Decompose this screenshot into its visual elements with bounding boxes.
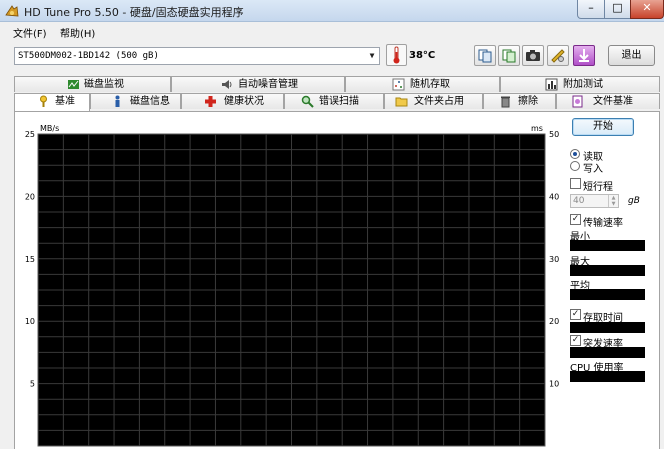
menu-help[interactable]: 帮助(H)	[60, 25, 95, 40]
tab-label: 磁盘信息	[130, 96, 170, 107]
avg-value-field	[570, 289, 645, 300]
cpu-usage-field	[570, 371, 645, 382]
tab-label: 错误扫描	[319, 96, 359, 107]
burst-rate-checkbox[interactable]: ✓	[570, 335, 581, 346]
copy-all-button[interactable]	[498, 45, 520, 66]
random-access-icon	[392, 78, 405, 91]
options-button[interactable]	[547, 45, 569, 66]
left-tick-label: 20	[25, 192, 35, 201]
read-radio[interactable]	[570, 149, 580, 159]
tab-label: 文件夹占用	[414, 96, 464, 107]
menu-bar: 文件(F) 帮助(H)	[0, 22, 664, 41]
tab-folder-usage[interactable]: 文件夹占用	[384, 93, 483, 109]
right-axis-unit: ms	[531, 124, 543, 133]
right-tick-label: 30	[549, 255, 559, 264]
short-stroke-spinner[interactable]: 40 ▲ ▼	[570, 194, 619, 208]
tab-label: 附加测试	[563, 79, 603, 90]
right-tick-label: 10	[549, 380, 559, 389]
right-tick-label: 40	[549, 192, 559, 201]
tab-error-scan[interactable]: 错误扫描	[284, 93, 384, 109]
benchmark-icon	[40, 95, 47, 107]
minimize-button[interactable]: –	[577, 0, 605, 19]
speaker-icon	[222, 80, 232, 89]
thermometer-icon	[386, 44, 407, 66]
benchmark-chart: MB/sms2520151055040302010050100150200250…	[25, 124, 559, 449]
min-value-field	[570, 240, 645, 251]
access-time-checkbox[interactable]: ✓	[570, 309, 581, 320]
copy-text-icon	[478, 49, 492, 63]
tab-label: 健康状况	[224, 96, 264, 107]
tab-label: 基准	[55, 96, 75, 107]
drive-select-value: ST500DM002-1BD142 (500 gB)	[18, 51, 159, 61]
tab-extra-tests[interactable]: 附加测试	[500, 76, 660, 92]
short-stroke-label: 短行程	[583, 182, 613, 193]
extra-tests-icon	[545, 78, 558, 91]
max-value-field	[570, 265, 645, 276]
right-tick-label: 50	[549, 130, 559, 139]
tab-label: 擦除	[518, 96, 538, 107]
temperature-value: 38°C	[409, 50, 436, 61]
burst-rate-field	[570, 347, 645, 358]
window-title: HD Tune Pro 5.50 - 硬盘/固态硬盘实用程序	[24, 6, 244, 19]
folder-icon	[395, 97, 408, 107]
save-button[interactable]	[573, 45, 595, 66]
tab-random-access[interactable]: 随机存取	[345, 76, 500, 92]
title-bar: HD Tune Pro 5.50 - 硬盘/固态硬盘实用程序 – □ ✕	[0, 0, 664, 22]
left-tick-label: 15	[25, 255, 35, 264]
tab-label: 随机存取	[410, 79, 450, 90]
copy-text-button[interactable]	[474, 45, 496, 66]
write-radio[interactable]	[570, 161, 580, 171]
info-icon	[115, 95, 120, 107]
app-logo-icon	[5, 5, 19, 17]
tab-health[interactable]: 健康状况	[181, 93, 284, 109]
chevron-down-icon[interactable]: ▼	[365, 48, 379, 64]
screenshot-button[interactable]	[522, 45, 544, 66]
left-axis-unit: MB/s	[40, 124, 59, 133]
trash-icon	[501, 96, 510, 108]
left-tick-label: 25	[25, 130, 35, 139]
maximize-button[interactable]: □	[604, 0, 631, 19]
save-icon	[579, 49, 589, 62]
drive-select[interactable]: ST500DM002-1BD142 (500 gB) ▼	[14, 47, 380, 65]
access-time-field	[570, 322, 645, 333]
transfer-rate-checkbox[interactable]: ✓	[570, 214, 581, 225]
camera-icon	[526, 50, 540, 61]
tab-erase[interactable]: 擦除	[483, 93, 556, 109]
health-cross-icon	[205, 96, 216, 107]
tab-noise-management[interactable]: 自动噪音管理	[171, 76, 345, 92]
tab-disk-monitor[interactable]: 磁盘监视	[14, 76, 171, 92]
short-stroke-checkbox[interactable]	[570, 178, 581, 189]
magnifier-icon	[301, 95, 314, 108]
tab-label: 文件基准	[593, 96, 633, 107]
short-stroke-value: 40	[573, 196, 585, 206]
tab-benchmark[interactable]: 基准	[14, 93, 90, 111]
right-tick-label: 20	[549, 317, 559, 326]
tab-label: 自动噪音管理	[238, 79, 298, 90]
menu-file[interactable]: 文件(F)	[13, 25, 47, 40]
tab-label: 磁盘监视	[84, 79, 124, 90]
write-label: 写入	[583, 164, 603, 175]
disk-monitor-icon	[68, 80, 79, 89]
options-icon	[551, 49, 565, 63]
copy-all-icon	[502, 49, 516, 63]
transfer-rate-label: 传输速率	[583, 218, 623, 229]
tab-disk-info[interactable]: 磁盘信息	[90, 93, 181, 109]
tab-file-benchmark[interactable]: 文件基准	[556, 93, 660, 109]
spinner-arrows-icon[interactable]: ▲ ▼	[608, 195, 618, 207]
start-button[interactable]: 开始	[572, 118, 634, 136]
left-tick-label: 5	[30, 380, 35, 389]
file-benchmark-icon	[572, 95, 583, 108]
close-button[interactable]: ✕	[630, 0, 664, 19]
exit-button[interactable]: 退出	[608, 45, 655, 66]
short-stroke-unit: gB	[628, 196, 640, 206]
left-tick-label: 10	[25, 317, 35, 326]
